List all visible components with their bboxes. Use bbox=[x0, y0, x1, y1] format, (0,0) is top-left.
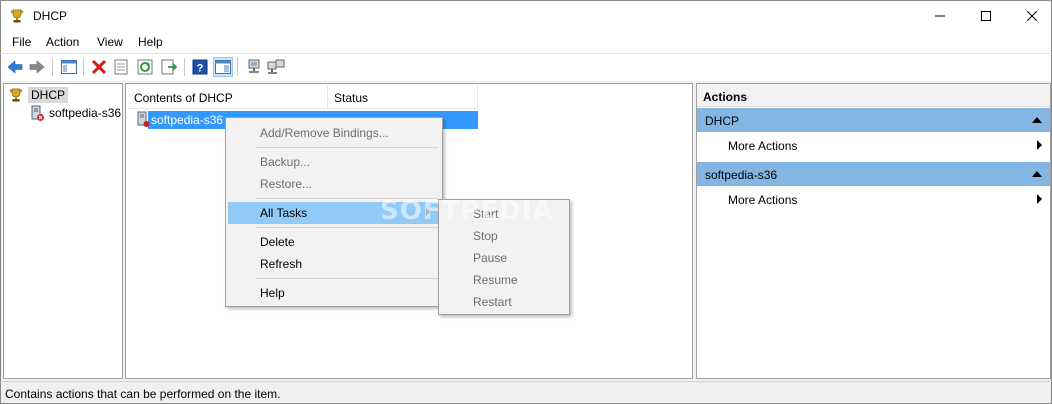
action-group-server[interactable]: softpedia-s36 bbox=[697, 162, 1050, 186]
submenu-arrow-icon bbox=[1037, 194, 1042, 204]
minimize-icon bbox=[935, 15, 945, 17]
actions-pane: Actions DHCP More Actions softpedia-s36 … bbox=[696, 83, 1051, 379]
menu-item-label: All Tasks bbox=[260, 206, 308, 220]
console-tree-icon bbox=[61, 60, 77, 74]
action-group-title: softpedia-s36 bbox=[705, 168, 778, 182]
submenu-arrow-icon bbox=[1037, 140, 1042, 150]
servers-icon bbox=[267, 59, 285, 74]
back-button[interactable] bbox=[5, 57, 25, 77]
actions-header: Actions bbox=[697, 84, 1050, 107]
menu-view[interactable]: View bbox=[97, 35, 123, 49]
menu-item-help[interactable]: Help bbox=[228, 282, 440, 304]
action-more-actions[interactable]: More Actions bbox=[697, 134, 1050, 156]
tree-node-label: DHCP bbox=[28, 87, 69, 103]
delete-button[interactable] bbox=[89, 57, 109, 77]
dhcp-app-icon bbox=[10, 9, 24, 23]
column-header-contents[interactable]: Contents of DHCP bbox=[128, 86, 328, 109]
back-arrow-icon bbox=[7, 60, 23, 74]
status-bar: Contains actions that can be performed o… bbox=[0, 381, 1052, 404]
toolbar: ? bbox=[0, 53, 1052, 81]
show-hide-action-pane-button[interactable] bbox=[213, 57, 233, 77]
toolbar-separator bbox=[83, 58, 84, 76]
server-error-icon bbox=[31, 105, 44, 121]
maximize-button[interactable] bbox=[963, 1, 1009, 31]
toolbar-separator bbox=[237, 58, 238, 76]
menu-separator bbox=[256, 227, 438, 228]
collapse-up-icon[interactable] bbox=[1032, 117, 1042, 123]
export-list-icon bbox=[161, 59, 177, 75]
action-item-label: More Actions bbox=[728, 139, 798, 153]
refresh-icon bbox=[137, 59, 153, 75]
export-list-button[interactable] bbox=[159, 57, 179, 77]
menu-bar: File Action View Help bbox=[0, 31, 1052, 53]
close-icon bbox=[1027, 11, 1037, 21]
menu-separator bbox=[256, 278, 438, 279]
action-item-label: More Actions bbox=[728, 193, 798, 207]
toolbar-separator bbox=[184, 58, 185, 76]
toolbar-separator bbox=[52, 58, 53, 76]
dhcp-trophy-icon bbox=[9, 88, 23, 102]
watermark: SOFTPEDIA bbox=[380, 196, 554, 226]
menu-action[interactable]: Action bbox=[46, 35, 79, 49]
title-bar: DHCP bbox=[0, 0, 1052, 31]
delete-x-icon bbox=[92, 60, 106, 74]
submenu-item-pause[interactable]: Pause bbox=[441, 247, 567, 269]
help-icon: ? bbox=[192, 59, 208, 75]
menu-help[interactable]: Help bbox=[138, 35, 163, 49]
console-tree-pane: DHCP softpedia-s36 bbox=[3, 83, 123, 379]
action-group-title: DHCP bbox=[705, 114, 740, 128]
menu-item-backup[interactable]: Backup... bbox=[228, 151, 440, 173]
server-icon bbox=[248, 59, 260, 73]
action-more-actions[interactable]: More Actions bbox=[697, 188, 1050, 210]
action-group-dhcp[interactable]: DHCP bbox=[697, 108, 1050, 132]
minimize-button[interactable] bbox=[917, 1, 963, 31]
server-icon bbox=[137, 111, 150, 127]
menu-item-add-remove-bindings[interactable]: Add/Remove Bindings... bbox=[228, 122, 440, 144]
forward-arrow-icon bbox=[29, 60, 45, 74]
action-pane-icon bbox=[215, 60, 231, 74]
show-hide-console-tree-button[interactable] bbox=[59, 57, 79, 77]
maximize-icon bbox=[981, 11, 991, 21]
menu-item-refresh[interactable]: Refresh bbox=[228, 253, 440, 275]
properties-button[interactable] bbox=[111, 57, 131, 77]
submenu-item-restart[interactable]: Restart bbox=[441, 291, 567, 313]
authorize-server-button[interactable] bbox=[244, 57, 264, 77]
close-button[interactable] bbox=[1009, 1, 1052, 31]
menu-file[interactable]: File bbox=[12, 35, 31, 49]
forward-button[interactable] bbox=[27, 57, 47, 77]
svg-text:?: ? bbox=[197, 63, 204, 75]
refresh-button[interactable] bbox=[135, 57, 155, 77]
collapse-up-icon[interactable] bbox=[1032, 171, 1042, 177]
window-title: DHCP bbox=[33, 9, 68, 23]
menu-item-restore[interactable]: Restore... bbox=[228, 173, 440, 195]
tree-node-label: softpedia-s36 bbox=[49, 106, 122, 120]
properties-icon bbox=[114, 59, 128, 75]
submenu-item-stop[interactable]: Stop bbox=[441, 225, 567, 247]
submenu-item-resume[interactable]: Resume bbox=[441, 269, 567, 291]
menu-separator bbox=[256, 147, 438, 148]
help-button[interactable]: ? bbox=[190, 57, 210, 77]
list-row-name: softpedia-s36 bbox=[151, 113, 224, 127]
menu-item-delete[interactable]: Delete bbox=[228, 231, 440, 253]
column-header-status[interactable]: Status bbox=[328, 86, 478, 109]
server-list-button[interactable] bbox=[266, 57, 286, 77]
